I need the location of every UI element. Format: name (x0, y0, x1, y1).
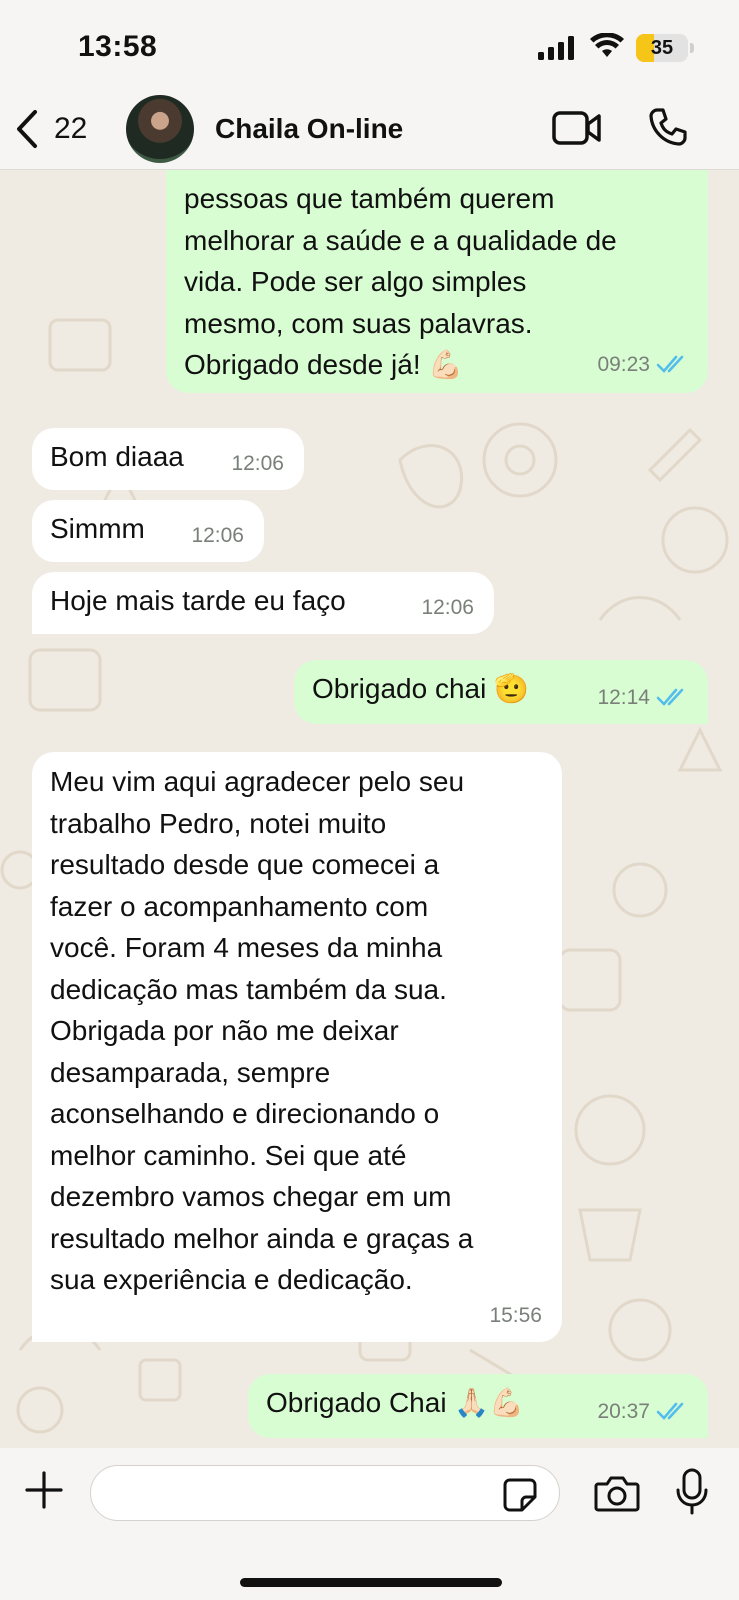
message-meta: 12:14 (597, 677, 688, 719)
status-time: 13:58 (78, 30, 158, 63)
message-text: Simmm (50, 513, 145, 544)
status-bar: 13:58 35 (0, 0, 739, 95)
signal-icon (538, 36, 574, 60)
message-text: Meu vim aqui agradecer pelo seu trabalho… (50, 766, 474, 1295)
home-indicator[interactable] (240, 1578, 502, 1587)
message-bubble-incoming[interactable]: Simmm 12:06 (32, 500, 264, 562)
message-time: 12:06 (231, 451, 284, 475)
battery-level: 35 (650, 37, 674, 59)
double-check-icon (656, 355, 684, 374)
message-time: 15:56 (489, 1303, 542, 1327)
message-meta: 09:23 (597, 344, 688, 386)
message-text: Obrigado chai 🫡 (312, 673, 529, 704)
composer-bar (0, 1448, 739, 1600)
message-text: Hoje mais tarde eu faço (50, 585, 346, 616)
message-meta: 12:06 (421, 587, 474, 629)
double-check-icon (656, 1402, 684, 1421)
message-bubble-incoming[interactable]: Hoje mais tarde eu faço 12:06 (32, 572, 494, 634)
microphone-icon[interactable] (674, 1468, 710, 1516)
chat-area[interactable]: pessoas que também querem melhorar a saú… (0, 170, 739, 1448)
chat-header: 22 Chaila On-line (0, 95, 739, 170)
message-bubble-outgoing[interactable]: pessoas que também querem melhorar a saú… (166, 170, 708, 393)
message-input[interactable] (90, 1465, 560, 1521)
message-meta: 12:06 (231, 443, 284, 485)
message-bubble-outgoing[interactable]: Obrigado chai 🫡 12:14 (294, 660, 708, 724)
double-check-icon (656, 688, 684, 707)
chevron-left-icon (17, 110, 37, 148)
message-text: Bom diaaa (50, 441, 184, 472)
camera-icon[interactable] (594, 1474, 640, 1514)
message-text: pessoas que também querem melhorar a saú… (184, 183, 617, 380)
wifi-icon (590, 33, 624, 57)
message-meta: 12:06 (191, 515, 244, 557)
message-time: 12:14 (597, 685, 650, 709)
message-meta: 20:37 (597, 1391, 688, 1433)
message-time: 12:06 (191, 523, 244, 547)
plus-icon[interactable] (24, 1470, 64, 1510)
avatar[interactable] (126, 95, 194, 163)
message-time: 09:23 (597, 352, 650, 376)
message-bubble-incoming[interactable]: Bom diaaa 12:06 (32, 428, 304, 490)
contact-name[interactable]: Chaila On-line (215, 113, 403, 145)
battery-tip (690, 43, 694, 53)
message-time: 12:06 (421, 595, 474, 619)
message-text: Obrigado Chai 🙏🏻💪🏻 (266, 1387, 525, 1418)
battery-icon: 35 (636, 34, 688, 62)
video-camera-icon[interactable] (552, 111, 602, 145)
message-bubble-outgoing[interactable]: Obrigado Chai 🙏🏻💪🏻 20:37 (248, 1374, 708, 1438)
message-bubble-incoming[interactable]: Meu vim aqui agradecer pelo seu trabalho… (32, 752, 562, 1342)
back-button[interactable]: 22 (14, 109, 87, 149)
message-meta: 15:56 (489, 1295, 542, 1337)
message-time: 20:37 (597, 1399, 650, 1423)
unread-count: 22 (54, 112, 88, 145)
phone-icon[interactable] (648, 107, 688, 147)
sticker-icon[interactable] (502, 1477, 538, 1513)
